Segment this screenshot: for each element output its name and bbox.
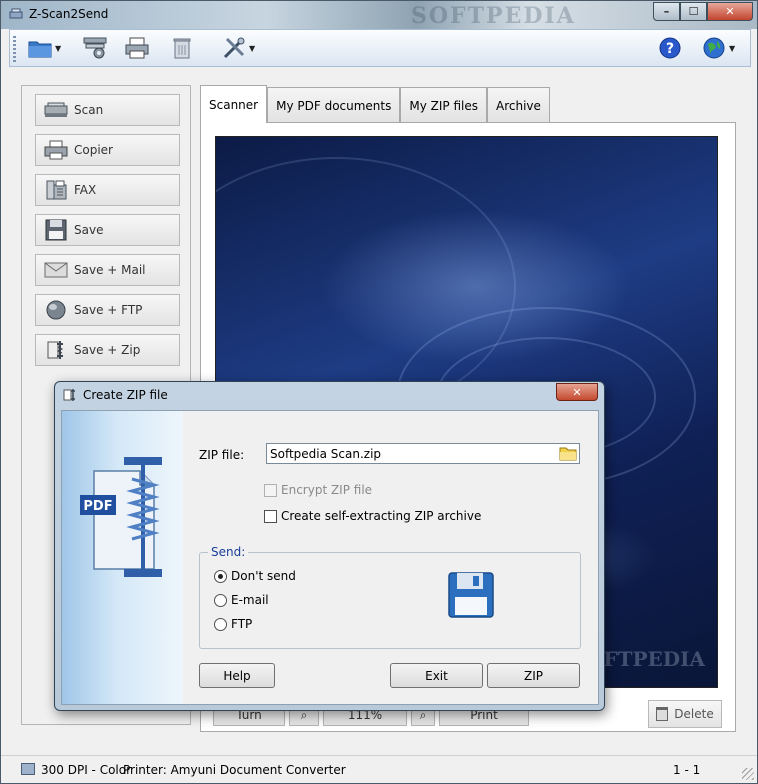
window-controls: – ☐ ✕ bbox=[653, 2, 753, 21]
envelope-icon bbox=[44, 262, 68, 278]
ftp-globe-icon bbox=[46, 300, 66, 320]
radio-dot bbox=[214, 617, 227, 631]
title-watermark: SOFTPEDIA bbox=[411, 3, 576, 29]
send-legend: Send: bbox=[208, 545, 249, 559]
window-title: Z-Scan2Send bbox=[29, 7, 109, 21]
pdf-zip-illustration-icon: PDF bbox=[80, 457, 162, 577]
minimize-button[interactable]: – bbox=[653, 2, 680, 21]
zip-clamp-icon bbox=[63, 389, 75, 401]
save-mail-label: Save + Mail bbox=[74, 263, 146, 277]
radio-dot bbox=[214, 593, 227, 607]
chevron-down-icon: ▼ bbox=[55, 43, 62, 53]
ftp-radio[interactable]: FTP bbox=[214, 617, 252, 631]
create-zip-dialog: Create ZIP file ✕ PDF ZIP file: Encrypt … bbox=[54, 381, 605, 711]
color-mode-icon bbox=[21, 763, 35, 775]
chevron-down-icon: ▼ bbox=[249, 43, 256, 53]
copier-button[interactable]: Copier bbox=[35, 134, 180, 166]
save-button[interactable]: Save bbox=[35, 214, 180, 246]
self-extracting-label: Create self-extracting ZIP archive bbox=[281, 509, 482, 523]
help-button[interactable]: ? bbox=[658, 35, 682, 61]
close-button[interactable]: ✕ bbox=[707, 2, 753, 21]
folder-icon bbox=[28, 41, 52, 58]
email-radio[interactable]: E-mail bbox=[214, 593, 269, 607]
tools-icon bbox=[223, 37, 245, 59]
save-ftp-button[interactable]: Save + FTP bbox=[35, 294, 180, 326]
tab-archive[interactable]: Archive bbox=[486, 87, 550, 123]
save-ftp-label: Save + FTP bbox=[74, 303, 143, 317]
tools-button[interactable]: ▼ bbox=[222, 35, 255, 61]
zip-button[interactable]: ZIP bbox=[487, 663, 580, 688]
dont-send-radio[interactable]: Don't send bbox=[214, 569, 296, 583]
dialog-body: PDF ZIP file: Encrypt ZIP file Create se… bbox=[61, 410, 599, 705]
encrypt-zip-checkbox[interactable]: Encrypt ZIP file bbox=[264, 483, 372, 497]
save-zip-label: Save + Zip bbox=[74, 343, 141, 357]
status-resolution: 300 DPI - Color bbox=[41, 763, 132, 777]
chevron-down-icon: ▼ bbox=[729, 43, 736, 53]
tab-my-pdf-documents[interactable]: My PDF documents bbox=[267, 87, 401, 123]
send-group: Send: Don't send E-mail FTP bbox=[199, 545, 581, 649]
dont-send-label: Don't send bbox=[231, 569, 296, 583]
save-mail-button[interactable]: Save + Mail bbox=[35, 254, 180, 286]
copier-icon bbox=[44, 140, 68, 160]
status-bar: 300 DPI - Color Printer: Amyuni Document… bbox=[1, 755, 757, 783]
web-button[interactable]: ▼ bbox=[702, 35, 735, 61]
zip-clamp-icon bbox=[47, 341, 64, 359]
fax-label: FAX bbox=[74, 183, 97, 197]
floppy-disk-icon bbox=[45, 219, 67, 241]
toolbar-grip[interactable] bbox=[13, 36, 16, 62]
floppy-disk-icon bbox=[448, 572, 494, 618]
fax-button[interactable]: FAX bbox=[35, 174, 180, 206]
globe-icon bbox=[703, 37, 725, 59]
scan-label: Scan bbox=[74, 103, 104, 117]
tab-my-zip-files[interactable]: My ZIP files bbox=[400, 87, 487, 123]
tab-scanner[interactable]: Scanner bbox=[200, 85, 268, 123]
radio-selected-dot bbox=[214, 569, 227, 583]
save-label: Save bbox=[74, 223, 104, 237]
scan-button[interactable]: Scan bbox=[35, 94, 180, 126]
delete-label: Delete bbox=[674, 707, 714, 721]
encrypt-zip-label: Encrypt ZIP file bbox=[281, 483, 373, 497]
scanner-settings-button[interactable] bbox=[82, 35, 108, 61]
help-icon: ? bbox=[659, 37, 681, 59]
toolbar: ▼ ▼ ? ▼ bbox=[9, 29, 751, 67]
browse-folder-icon[interactable] bbox=[559, 445, 577, 461]
dialog-close-button[interactable]: ✕ bbox=[556, 383, 598, 401]
folder-button[interactable]: ▼ bbox=[28, 35, 61, 61]
print-button[interactable] bbox=[124, 35, 150, 61]
self-extracting-checkbox[interactable]: Create self-extracting ZIP archive bbox=[264, 509, 481, 523]
scanner-settings-icon bbox=[83, 37, 107, 59]
zip-file-input[interactable] bbox=[266, 443, 580, 464]
recycle-bin-button[interactable] bbox=[172, 35, 192, 61]
dialog-side-art: PDF bbox=[62, 411, 183, 704]
status-page: 1 - 1 bbox=[673, 763, 701, 777]
trash-icon bbox=[656, 707, 669, 721]
app-scanner-icon bbox=[9, 8, 23, 19]
maximize-button[interactable]: ☐ bbox=[680, 2, 707, 21]
self-extract-checkbox-box bbox=[264, 509, 277, 523]
ftp-label: FTP bbox=[231, 617, 253, 631]
delete-button[interactable]: Delete bbox=[648, 700, 722, 728]
scanner-icon bbox=[44, 102, 68, 117]
encrypt-checkbox-box bbox=[264, 483, 277, 497]
exit-button[interactable]: Exit bbox=[390, 663, 483, 688]
dialog-title-bar[interactable]: Create ZIP file ✕ bbox=[55, 382, 604, 409]
recycle-bin-icon bbox=[173, 38, 191, 59]
help-button[interactable]: Help bbox=[199, 663, 275, 688]
zip-file-label: ZIP file: bbox=[199, 448, 245, 462]
email-label: E-mail bbox=[231, 593, 269, 607]
copier-label: Copier bbox=[74, 143, 113, 157]
pdf-art-label: PDF bbox=[83, 499, 112, 514]
save-zip-button[interactable]: Save + Zip bbox=[35, 334, 180, 366]
title-bar[interactable]: Z-Scan2Send SOFTPEDIA – ☐ ✕ bbox=[1, 1, 757, 29]
dialog-title: Create ZIP file bbox=[83, 388, 168, 402]
tab-strip: Scanner My PDF documents My ZIP files Ar… bbox=[200, 85, 550, 123]
printer-icon bbox=[125, 37, 149, 59]
help-glyph: ? bbox=[666, 41, 674, 57]
fax-icon bbox=[46, 180, 67, 200]
status-printer: Printer: Amyuni Document Converter bbox=[123, 763, 346, 777]
resize-grip[interactable] bbox=[742, 768, 754, 780]
